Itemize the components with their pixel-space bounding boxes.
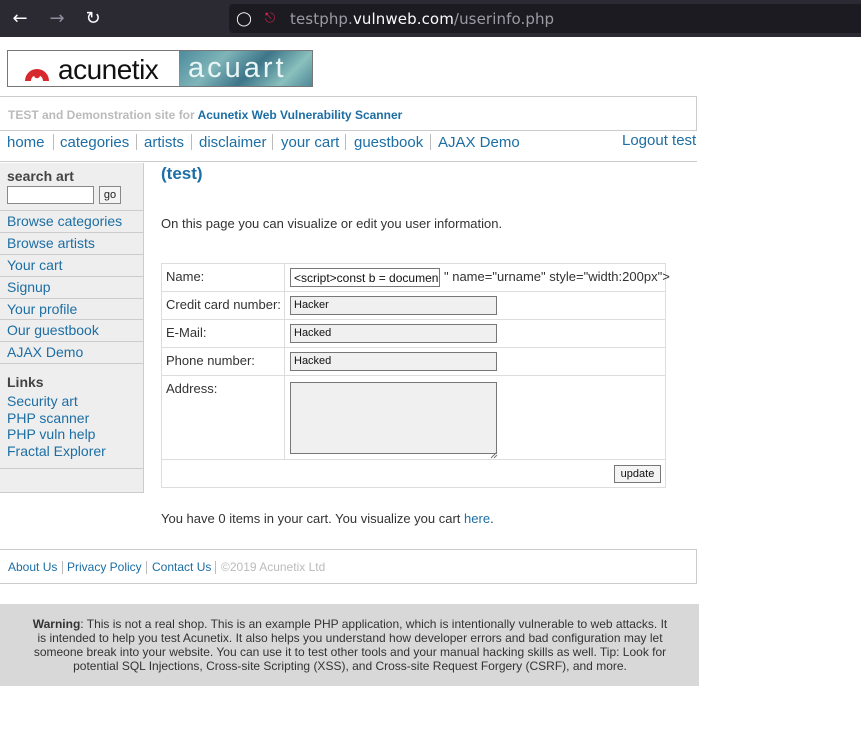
arrow-left-icon: ← xyxy=(12,8,28,29)
sidebar-item-guestbook[interactable]: Our guestbook xyxy=(0,319,143,341)
site-logo[interactable]: acunetix acuart xyxy=(7,50,313,87)
form-cell: Hacked xyxy=(284,348,497,375)
search-input[interactable] xyxy=(7,186,94,204)
links-heading: Links xyxy=(7,374,44,390)
nav-separator xyxy=(345,134,346,150)
injected-text: " name="urname" style="width:200px"> xyxy=(444,269,670,284)
warning-banner: Warning: This is not a real shop. This i… xyxy=(0,604,699,686)
nav-ajax-demo[interactable]: AJAX Demo xyxy=(438,134,520,151)
email-label: E-Mail: xyxy=(166,325,207,340)
name-field[interactable]: <script>const b = documen xyxy=(290,268,440,287)
nav-guestbook[interactable]: guestbook xyxy=(354,134,423,151)
phone-field[interactable]: Hacked xyxy=(290,352,497,371)
form-cell xyxy=(284,376,498,459)
update-button[interactable]: update xyxy=(614,465,661,483)
forward-button[interactable]: → xyxy=(45,7,69,31)
tagline: TEST and Demonstration site for Acunetix… xyxy=(8,108,403,122)
nav-home[interactable]: home xyxy=(7,134,45,151)
nav-separator xyxy=(53,134,54,150)
reload-button[interactable]: ↻ xyxy=(81,7,105,31)
warning-text: Warning: This is not a real shop. This i… xyxy=(32,617,668,673)
nav-separator xyxy=(136,134,137,150)
nav-artists[interactable]: artists xyxy=(144,134,184,151)
sidebar-item-ajax-demo[interactable]: AJAX Demo xyxy=(0,341,143,363)
sidebar-item-your-cart[interactable]: Your cart xyxy=(0,254,143,276)
acuart-wordmark: acuart xyxy=(188,52,287,84)
footer-privacy-link[interactable]: Privacy Policy xyxy=(67,560,142,574)
sidebar-item-browse-categories[interactable]: Browse categories xyxy=(0,210,143,232)
link-fractal-explorer[interactable]: Fractal Explorer xyxy=(7,443,106,459)
form-row-email: E-Mail: Hacked xyxy=(162,320,665,348)
footer-contact-link[interactable]: Contact Us xyxy=(152,560,211,574)
nav-your-cart[interactable]: your cart xyxy=(281,134,339,151)
cart-here-link[interactable]: here xyxy=(464,511,490,526)
name-label: Name: xyxy=(166,269,205,284)
nav-separator xyxy=(191,134,192,150)
resize-grip-icon[interactable] xyxy=(490,446,498,459)
sidebar-item-signup[interactable]: Signup xyxy=(0,276,143,298)
nav-separator xyxy=(272,134,273,150)
phone-label: Phone number: xyxy=(166,353,255,368)
sidebar: search art go Browse categories Browse a… xyxy=(0,163,144,493)
footer-separator xyxy=(62,561,63,574)
intro-text: On this page you can visualize or edit y… xyxy=(161,216,503,231)
footer-separator xyxy=(215,561,216,574)
insecure-lock-icon[interactable]: ⎋ xyxy=(261,9,279,27)
link-php-scanner[interactable]: PHP scanner xyxy=(7,410,89,426)
scanner-link[interactable]: Acunetix Web Vulnerability Scanner xyxy=(198,108,403,122)
address-textarea[interactable] xyxy=(290,382,497,454)
address-label: Address: xyxy=(166,381,218,396)
form-row-address: Address: xyxy=(162,376,665,460)
tagline-bar: TEST and Demonstration site for Acunetix… xyxy=(0,96,697,131)
nav-categories[interactable]: categories xyxy=(60,134,129,151)
footer-separator xyxy=(146,561,147,574)
form-cell: <script>const b = documen " name="urname… xyxy=(284,264,670,291)
form-row-cc: Credit card number: Hacker xyxy=(162,292,665,320)
form-row-name: Name: <script>const b = documen " name="… xyxy=(162,264,670,292)
sidebar-bottom-divider xyxy=(0,468,143,469)
form-row-phone: Phone number: Hacked xyxy=(162,348,665,376)
browser-toolbar: ← → ↻ ◯ ⎋ testphp.vulnweb.com/userinfo.p… xyxy=(0,0,861,37)
user-info-form: Name: <script>const b = documen " name="… xyxy=(161,263,670,488)
logout-link[interactable]: Logout test xyxy=(622,132,696,149)
back-button[interactable]: ← xyxy=(8,7,32,31)
sidebar-divider xyxy=(0,363,143,368)
footer: About Us Privacy Policy Contact Us ©2019… xyxy=(0,549,697,584)
shield-icon[interactable]: ◯ xyxy=(235,9,253,27)
cc-label: Credit card number: xyxy=(166,297,281,312)
email-field[interactable]: Hacked xyxy=(290,324,497,343)
search-label: search art xyxy=(7,168,74,184)
acunetix-wordmark: acunetix xyxy=(58,54,159,85)
acuart-logo: acuart xyxy=(179,51,312,86)
arrow-right-icon: → xyxy=(49,8,65,29)
form-cell: Hacker xyxy=(284,292,497,319)
sidebar-item-browse-artists[interactable]: Browse artists xyxy=(0,232,143,254)
url-text[interactable]: testphp.vulnweb.com/userinfo.php xyxy=(290,10,554,28)
copyright: ©2019 Acunetix Ltd xyxy=(221,560,326,574)
credit-card-field[interactable]: Hacker xyxy=(290,296,497,315)
search-go-button[interactable]: go xyxy=(99,186,121,204)
acunetix-mark-icon xyxy=(25,69,49,81)
form-cell: Hacked xyxy=(284,320,497,347)
sidebar-item-your-profile[interactable]: Your profile xyxy=(0,298,143,320)
address-bar[interactable]: ◯ ⎋ testphp.vulnweb.com/userinfo.php xyxy=(229,4,861,33)
nav-disclaimer[interactable]: disclaimer xyxy=(199,134,267,151)
cart-message: You have 0 items in your cart. You visua… xyxy=(161,511,494,526)
acunetix-logo: acunetix xyxy=(8,51,179,86)
footer-about-link[interactable]: About Us xyxy=(8,560,57,574)
page-title: (test) xyxy=(161,164,203,183)
link-security-art[interactable]: Security art xyxy=(7,393,78,409)
nav-separator xyxy=(430,134,431,150)
link-php-vuln-help[interactable]: PHP vuln help xyxy=(7,426,95,442)
global-nav: home categories artists disclaimer your … xyxy=(0,131,697,162)
reload-icon: ↻ xyxy=(85,8,101,29)
